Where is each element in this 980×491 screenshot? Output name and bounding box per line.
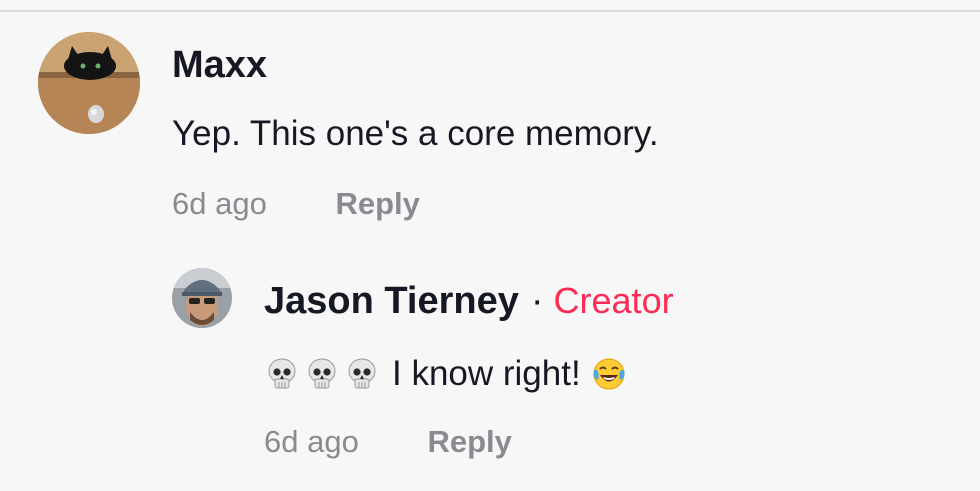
skull-emoji-icon <box>268 358 296 389</box>
skull-emoji-icon <box>348 358 376 389</box>
avatar[interactable] <box>172 268 232 328</box>
comment-author[interactable]: Maxx <box>172 44 267 87</box>
top-divider <box>0 10 980 12</box>
comment-meta: 6d ago Reply <box>172 186 420 222</box>
comment-text-row: I know right! <box>264 354 631 394</box>
creator-badge: Creator <box>553 280 674 321</box>
comment-text: Yep. This one's a core memory. <box>172 114 659 153</box>
comment-time: 6d ago <box>172 186 267 221</box>
skull-emoji-icon <box>308 358 336 389</box>
reply-button[interactable]: Reply <box>427 424 511 459</box>
comment-author: Jason Tierney · Creator <box>264 280 674 323</box>
comment-meta: 6d ago Reply <box>264 424 512 460</box>
author-name[interactable]: Jason Tierney <box>264 280 519 322</box>
separator-dot: · <box>530 280 544 322</box>
avatar[interactable] <box>38 32 140 134</box>
laughing-tears-emoji-icon <box>593 358 625 390</box>
comment-time: 6d ago <box>264 424 359 459</box>
reply-button[interactable]: Reply <box>335 186 419 221</box>
comment-text: I know right! <box>392 354 581 393</box>
